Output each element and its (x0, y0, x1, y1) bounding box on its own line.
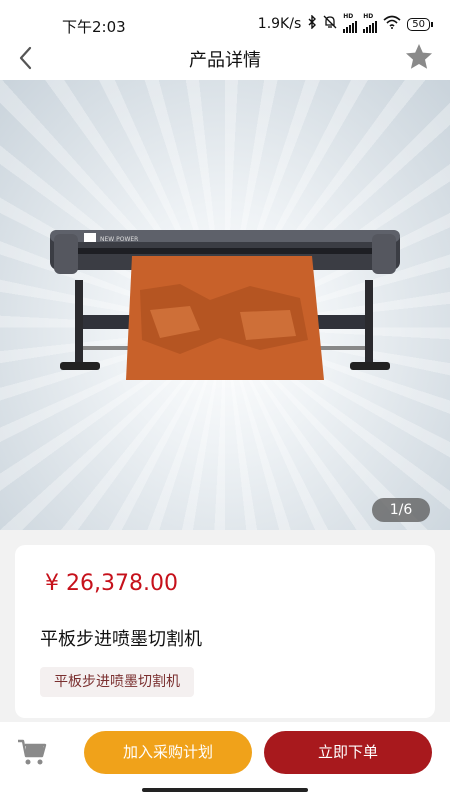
product-image-gallery[interactable]: NEW POWER 1/6 (0, 80, 450, 530)
wifi-icon (383, 15, 401, 33)
bottom-action-bar: 加入采购计划 立即下单 (0, 722, 450, 800)
page-title: 产品详情 (189, 50, 261, 71)
product-name: 平板步进喷墨切割机 (40, 629, 202, 650)
cart-icon (18, 739, 47, 765)
buy-now-button[interactable]: 立即下单 (264, 731, 432, 774)
status-icons: 1.9K/s HD HD 50 (257, 13, 433, 33)
mute-icon (323, 15, 337, 33)
star-icon (406, 44, 432, 69)
image-page-indicator: 1/6 (372, 498, 430, 522)
bluetooth-icon (307, 14, 317, 33)
status-time: 下午2:03 (62, 18, 126, 36)
favorite-button[interactable] (404, 42, 434, 72)
net-speed: 1.9K/s (257, 16, 302, 32)
hd-signal-icon: HD (343, 13, 358, 33)
product-info-card: ¥ 26,378.00 平板步进喷墨切割机 平板步进喷墨切割机 (15, 545, 435, 718)
svg-text:NEW POWER: NEW POWER (100, 236, 138, 243)
cart-button[interactable] (16, 736, 48, 768)
hd-signal-icon: HD (363, 13, 378, 33)
nav-bar: 产品详情 (0, 36, 450, 80)
battery-icon: 50 (407, 17, 433, 31)
add-to-purchase-plan-button[interactable]: 加入采购计划 (84, 731, 252, 774)
product-tag[interactable]: 平板步进喷墨切割机 (40, 667, 194, 697)
plotter-cutter-image: NEW POWER (50, 230, 400, 380)
status-bar: 下午2:03 1.9K/s HD HD 50 (0, 0, 450, 36)
home-indicator (142, 788, 308, 792)
product-price: ¥ 26,378.00 (45, 571, 178, 596)
